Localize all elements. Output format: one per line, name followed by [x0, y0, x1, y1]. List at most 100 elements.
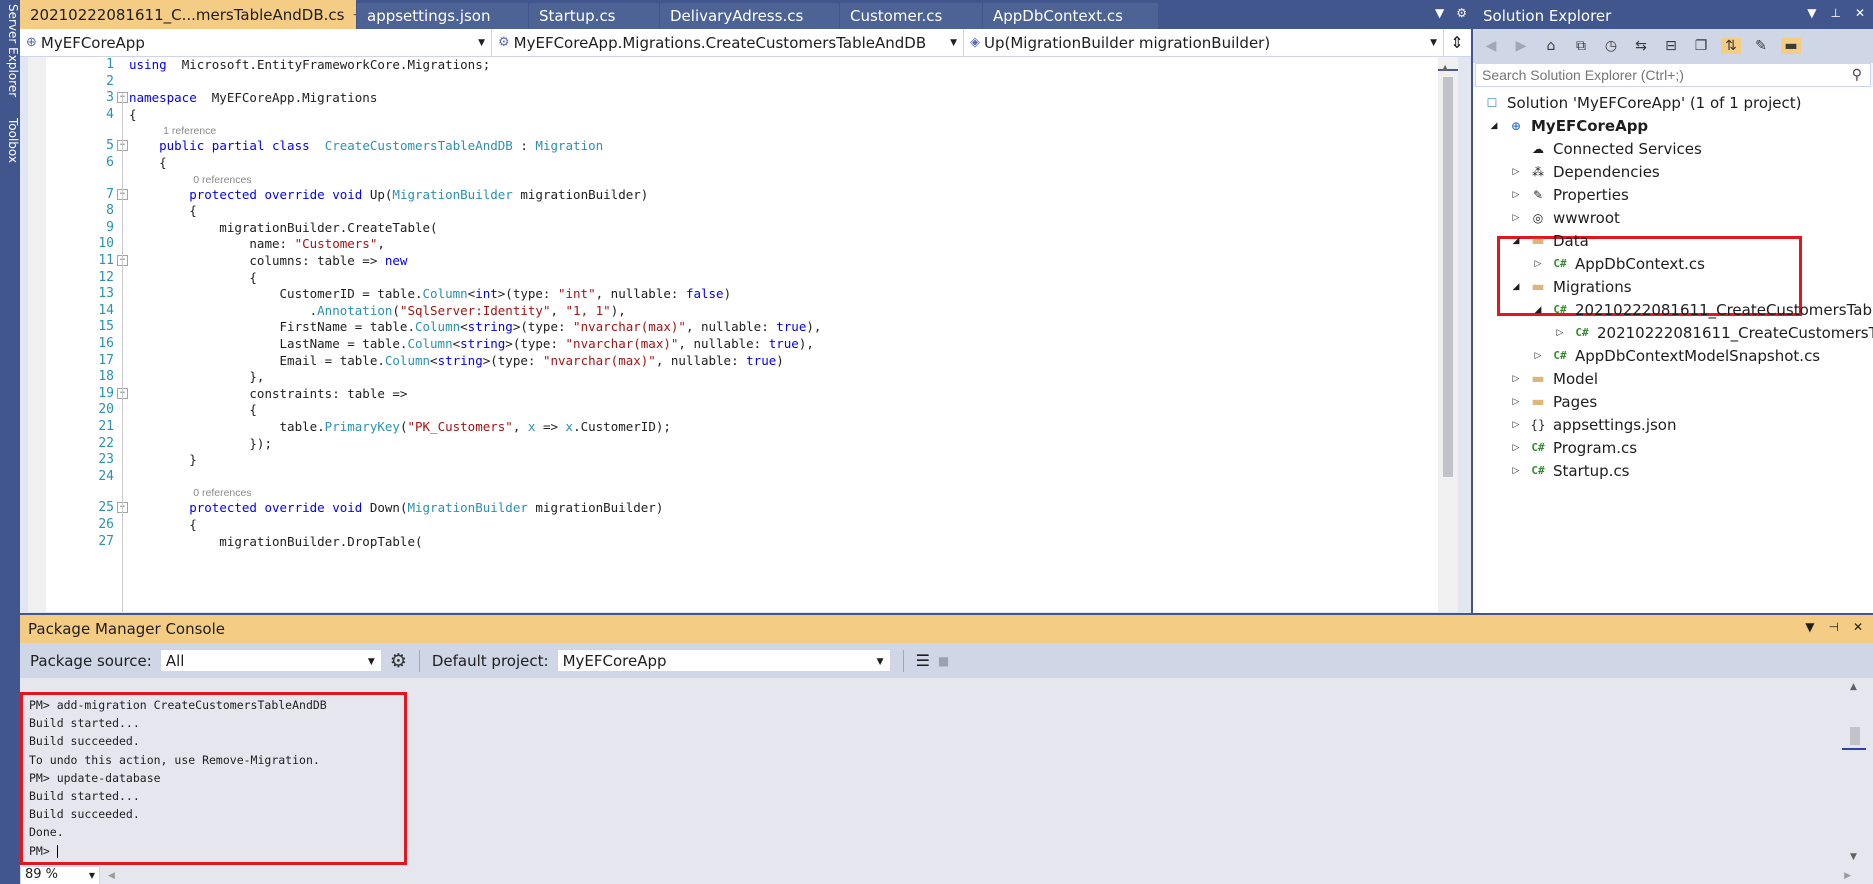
- reference-hint[interactable]: 0 references: [193, 174, 251, 188]
- zoom-select[interactable]: 89 % ▼: [20, 866, 100, 884]
- tree-node[interactable]: ◢ C# 20210222081611_CreateCustomersTableAn…: [1531, 298, 1873, 321]
- expand-icon[interactable]: ▷: [1531, 259, 1545, 269]
- pin-icon[interactable]: ⊣: [352, 8, 356, 22]
- tree-node[interactable]: ◢ ▬ Data: [1509, 229, 1589, 252]
- expand-icon[interactable]: ▷: [1509, 420, 1523, 430]
- tree-node[interactable]: ▷ ▬ Model: [1509, 367, 1599, 390]
- pin-icon[interactable]: ⊣: [1828, 620, 1838, 634]
- package-source-select[interactable]: All ▼: [159, 649, 382, 672]
- scroll-up-icon[interactable]: ▲: [1442, 63, 1448, 72]
- tree-node[interactable]: ▷ C# 20210222081611_CreateCustomersTableAn…: [1553, 321, 1873, 344]
- tab-migration-file[interactable]: 20210222081611_C...mersTableAndDB.cs ⊣ ✕: [20, 0, 356, 29]
- code-editor[interactable]: 1 using Microsoft.EntityFrameworkCore.Mig…: [28, 57, 1458, 612]
- editor-vertical-scrollbar[interactable]: ▲: [1438, 57, 1458, 612]
- tab-appdbcontext[interactable]: AppDbContext.cs: [983, 3, 1158, 29]
- solution-search-input[interactable]: [1482, 67, 1822, 83]
- code-line[interactable]: 6 {: [28, 155, 1428, 174]
- sync-icon[interactable]: ⇆: [1631, 38, 1651, 54]
- tree-node[interactable]: ▷ ◎ wwwroot: [1509, 206, 1620, 229]
- close-icon[interactable]: ✕: [1853, 620, 1863, 634]
- code-token: , nullable:: [678, 336, 769, 351]
- code-line[interactable]: 24: [28, 469, 1428, 488]
- tree-node[interactable]: ▷ C# AppDbContextModelSnapshot.cs: [1531, 344, 1821, 367]
- tree-node[interactable]: ▷ ▬ Pages: [1509, 390, 1598, 413]
- scroll-thumb[interactable]: [1850, 727, 1860, 745]
- collapse-icon[interactable]: ◢: [1531, 305, 1545, 315]
- tab-appsettings[interactable]: appsettings.json: [357, 3, 528, 29]
- tree-node[interactable]: ◢ ⊕ MyEFCoreApp: [1487, 114, 1649, 137]
- tab-customer[interactable]: Customer.cs: [840, 3, 982, 29]
- toolbox-tab[interactable]: Toolbox: [0, 118, 20, 163]
- tree-node[interactable]: ▷ C# AppDbContext.cs: [1531, 252, 1705, 275]
- member-selector[interactable]: ◈ Up(MigrationBuilder migrationBuilder) …: [964, 29, 1444, 56]
- collapse-icon[interactable]: ◢: [1509, 282, 1523, 292]
- chevron-down-icon[interactable]: ▼: [1807, 6, 1816, 20]
- tree-node[interactable]: ▷ ⁂ Dependencies: [1509, 160, 1660, 183]
- switch-views-icon[interactable]: ⧉: [1571, 38, 1591, 54]
- tree-node[interactable]: ▷ {} appsettings.json: [1509, 413, 1677, 436]
- tree-node[interactable]: ▷ C# Program.cs: [1509, 436, 1638, 459]
- expand-icon[interactable]: ▷: [1509, 397, 1523, 407]
- collapse-icon[interactable]: ◢: [1509, 236, 1523, 246]
- default-project-select[interactable]: MyEFCoreApp ▼: [556, 649, 891, 672]
- forward-icon[interactable]: ▶: [1511, 38, 1531, 54]
- scroll-thumb[interactable]: [1443, 77, 1453, 477]
- solution-explorer-title: Solution Explorer: [1483, 7, 1612, 25]
- sync-active-document-icon[interactable]: ⇅: [1721, 38, 1741, 54]
- csharp-icon: C#: [1575, 326, 1589, 339]
- tree-node[interactable]: ☐ Solution 'MyEFCoreApp' (1 of 1 project): [1483, 91, 1802, 114]
- code-text: .Annotation("SqlServer:Identity", "1, 1"…: [129, 303, 626, 318]
- project-selector[interactable]: ⊕ MyEFCoreApp ▼: [20, 29, 492, 56]
- reference-hint[interactable]: 1 reference: [163, 125, 216, 139]
- clear-console-icon[interactable]: ☰: [916, 651, 930, 670]
- scroll-down-icon[interactable]: ▼: [1850, 852, 1857, 862]
- code-line[interactable]: 27 migrationBuilder.DropTable(: [28, 534, 1428, 553]
- tree-node[interactable]: ◢ ▬ Migrations: [1509, 275, 1632, 298]
- preview-selected-icon[interactable]: ▬: [1781, 38, 1801, 54]
- solution-explorer: Solution Explorer ▼ ⊥ ✕ ◀ ▶ ⌂ ⧉ ◷ ⇆ ⊟ ❐ …: [1471, 0, 1873, 613]
- scroll-up-icon[interactable]: ▲: [1850, 682, 1857, 692]
- chevron-down-icon[interactable]: ▼: [1805, 620, 1814, 634]
- expand-icon[interactable]: ▷: [1509, 190, 1523, 200]
- expand-icon[interactable]: ▷: [1509, 466, 1523, 476]
- tree-node[interactable]: ▷ C# Startup.cs: [1509, 459, 1630, 482]
- expand-icon[interactable]: ▷: [1531, 351, 1545, 361]
- properties-icon[interactable]: ✎: [1751, 38, 1771, 54]
- expand-icon[interactable]: ▷: [1509, 167, 1523, 177]
- search-icon[interactable]: ⚲: [1852, 67, 1862, 83]
- collapse-icon[interactable]: ◢: [1487, 121, 1501, 131]
- expand-icon[interactable]: ▷: [1509, 213, 1523, 223]
- tree-node[interactable]: ☁ Connected Services: [1509, 137, 1702, 160]
- tab-delivaryadress[interactable]: DelivaryAdress.cs: [660, 3, 839, 29]
- show-all-files-icon[interactable]: ❐: [1691, 38, 1711, 54]
- close-icon[interactable]: ✕: [1855, 6, 1865, 20]
- tab-startup[interactable]: Startup.cs: [529, 3, 659, 29]
- solution-search-box[interactable]: ⚲: [1475, 63, 1871, 87]
- settings-gear-icon[interactable]: ⚙: [1456, 6, 1467, 20]
- code-token: namespace: [129, 90, 197, 106]
- tab-list-dropdown-icon[interactable]: ▼: [1435, 6, 1444, 20]
- settings-gear-icon[interactable]: ⚙: [390, 650, 407, 672]
- pin-icon[interactable]: ⊥: [1830, 6, 1840, 20]
- method-icon: ◈: [970, 35, 980, 50]
- code-token: migrationBuilder.DropTable(: [129, 533, 423, 549]
- stop-icon[interactable]: ■: [938, 654, 949, 668]
- home-icon[interactable]: ⌂: [1541, 38, 1561, 54]
- split-window-icon[interactable]: ⇕: [1444, 29, 1470, 56]
- expand-icon[interactable]: ▷: [1509, 374, 1523, 384]
- expand-icon[interactable]: ▷: [1553, 328, 1567, 338]
- expand-icon[interactable]: ▷: [1509, 443, 1523, 453]
- reference-hint[interactable]: 0 references: [193, 487, 251, 501]
- collapse-all-icon[interactable]: ⊟: [1661, 38, 1681, 54]
- pmc-vertical-scrollbar[interactable]: ▲ ▼: [1842, 680, 1868, 865]
- scroll-left-icon[interactable]: ◀: [108, 871, 115, 881]
- type-selector[interactable]: ⚙ MyEFCoreApp.Migrations.CreateCustomers…: [492, 29, 964, 56]
- code-token: "PK_Customers": [407, 419, 513, 434]
- chevron-down-icon: ▼: [88, 871, 95, 880]
- code-line[interactable]: 4{: [28, 107, 1428, 126]
- tree-node[interactable]: ▷ ✎ Properties: [1509, 183, 1629, 206]
- server-explorer-tab[interactable]: Server Explorer: [0, 4, 20, 97]
- scroll-right-icon[interactable]: ▶: [1844, 871, 1851, 881]
- pending-changes-icon[interactable]: ◷: [1601, 38, 1621, 54]
- back-icon[interactable]: ◀: [1481, 38, 1501, 54]
